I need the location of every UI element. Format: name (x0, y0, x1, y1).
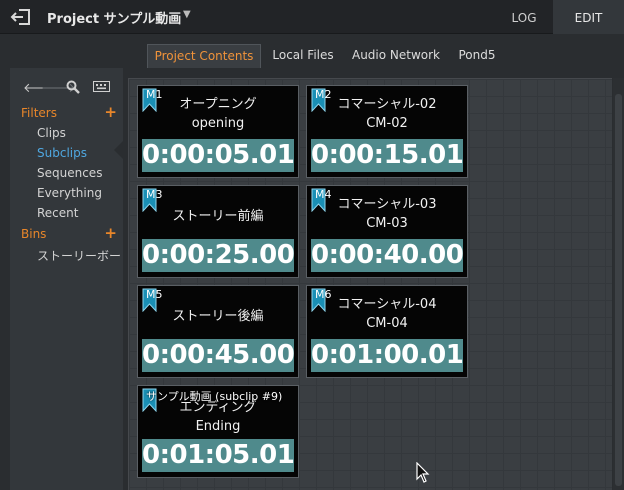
clip-duration: 0:00:15.01 (311, 139, 464, 172)
exit-icon[interactable] (10, 8, 32, 26)
tab-project-contents[interactable]: Project Contents (147, 44, 261, 68)
filter-sequences[interactable]: Sequences (37, 166, 102, 180)
tab-audio-network[interactable]: Audio Network (346, 44, 446, 68)
filter-everything[interactable]: Everything (37, 186, 102, 200)
search-icon[interactable] (66, 80, 80, 94)
clip-duration: 0:00:25.00 (142, 239, 295, 272)
top-bar: Project サンプル動画 ▼ LOG EDIT (0, 0, 624, 34)
scrollbar[interactable] (613, 78, 624, 490)
clip-duration: 0:00:40.00 (311, 239, 464, 272)
log-mode-tab[interactable]: LOG (498, 0, 550, 34)
cursor-icon (416, 462, 430, 483)
clip-title: コマーシャル-04 CM-04 (337, 297, 437, 331)
bins-heading: Bins (21, 227, 47, 241)
clip-duration: 0:01:05.01 (142, 439, 295, 472)
clip-tile[interactable]: M2 コマーシャル-02 CM-02 0:00:15.01 (306, 85, 468, 178)
tab-row: Project Contents Local Files Audio Netwo… (0, 34, 624, 68)
clip-title: コマーシャル-02 CM-02 (337, 97, 437, 131)
project-title[interactable]: Project サンプル動画 (47, 8, 181, 27)
clip-tile[interactable]: エンディング Ending サンプル動画 (subclip #9) 0:01:05… (137, 385, 299, 478)
scroll-thumb[interactable] (615, 94, 622, 486)
clip-title: オープニング opening (179, 97, 257, 131)
clip-tile[interactable]: M4 コマーシャル-03 CM-03 0:00:40.00 (306, 185, 468, 278)
filter-subclips[interactable]: Subclips (37, 146, 87, 160)
clip-tile[interactable]: M1 オープニング opening 0:00:05.01 (137, 85, 299, 178)
filter-recent[interactable]: Recent (37, 206, 78, 220)
clip-marker-label: M3 (146, 188, 163, 201)
chevron-down-icon[interactable]: ▼ (183, 9, 191, 20)
clip-marker-label: M5 (146, 288, 163, 301)
clip-grid: M1 オープニング opening 0:00:05.01 M2 コマーシャル-02… (128, 78, 612, 490)
clip-source-label: サンプル動画 (subclip #9) (146, 390, 283, 403)
clip-duration: 0:01:00.01 (311, 339, 464, 372)
clip-tile[interactable]: M3 ストーリー前編 0:00:25.00 (137, 185, 299, 278)
add-filter-plus-icon[interactable]: + (104, 105, 117, 120)
clip-title: ストーリー後編 (172, 309, 264, 324)
add-bin-plus-icon[interactable]: + (104, 226, 117, 241)
selection-indicator (114, 141, 123, 159)
bin-item[interactable]: ストーリーボート (37, 247, 121, 264)
clip-tile[interactable]: M6 コマーシャル-04 CM-04 0:01:00.01 (306, 285, 468, 378)
clip-duration: 0:00:45.00 (142, 339, 295, 372)
filters-heading: Filters (21, 106, 57, 120)
clip-tile[interactable]: M5 ストーリー後編 0:00:45.00 (137, 285, 299, 378)
sidebar: 🡐 🡒 Filters + Clips Subclips Sequences E… (10, 68, 123, 490)
keyboard-icon[interactable] (93, 81, 110, 92)
tab-pond5[interactable]: Pond5 (452, 44, 502, 68)
filter-clips[interactable]: Clips (37, 126, 66, 140)
tab-local-files[interactable]: Local Files (265, 44, 341, 68)
clip-duration: 0:00:05.01 (142, 139, 295, 172)
clip-title: ストーリー前編 (172, 209, 264, 224)
edit-mode-tab[interactable]: EDIT (553, 0, 624, 34)
clip-title: コマーシャル-03 CM-03 (337, 197, 437, 231)
